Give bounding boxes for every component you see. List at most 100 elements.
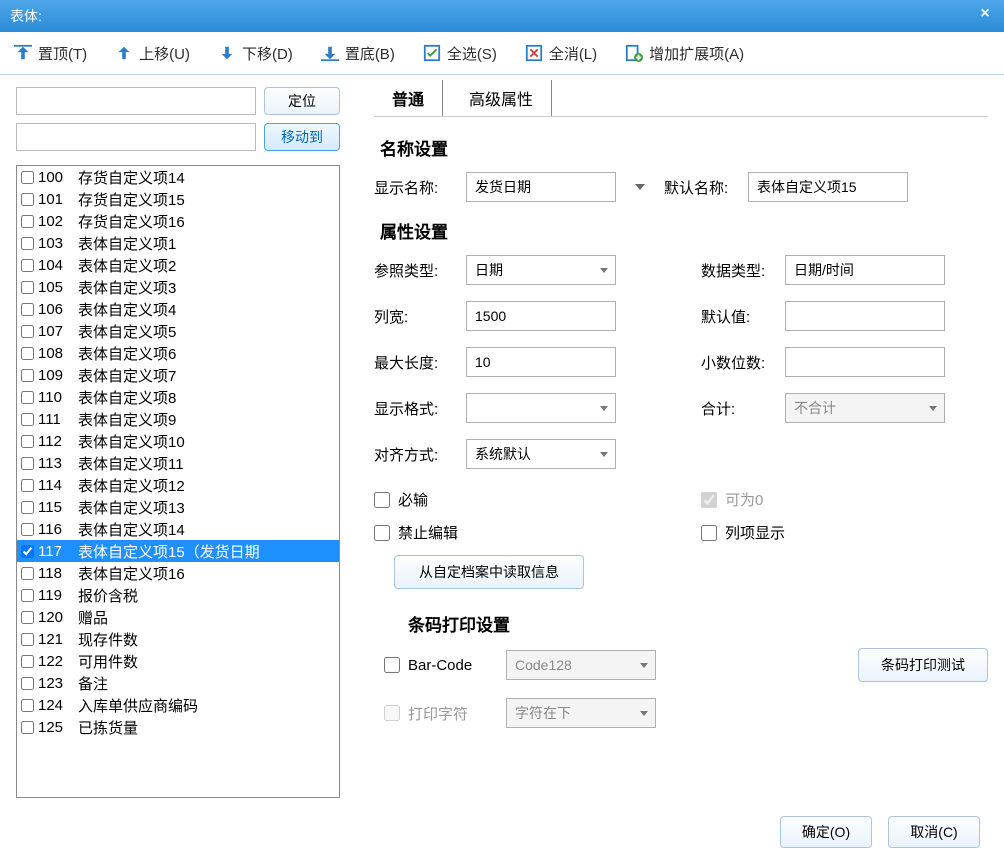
input-default-name[interactable] bbox=[748, 172, 908, 202]
list-item-checkbox[interactable] bbox=[21, 457, 34, 470]
list-item-label: 已拣货量 bbox=[78, 717, 138, 738]
list-item[interactable]: 110表体自定义项8 bbox=[17, 386, 339, 408]
field-listbox[interactable]: 100存货自定义项14101存货自定义项15102存货自定义项16103表体自定… bbox=[16, 165, 340, 798]
check-no-edit[interactable] bbox=[374, 525, 390, 541]
list-item-checkbox[interactable] bbox=[21, 413, 34, 426]
select-format[interactable] bbox=[466, 393, 616, 423]
list-item[interactable]: 125已拣货量 bbox=[17, 716, 339, 738]
list-item-index: 119 bbox=[38, 587, 78, 604]
locate-input[interactable] bbox=[16, 87, 256, 115]
input-display-name[interactable] bbox=[466, 172, 616, 202]
list-item[interactable]: 119报价含税 bbox=[17, 584, 339, 606]
list-item-label: 备注 bbox=[78, 673, 108, 694]
select-align[interactable] bbox=[466, 439, 616, 469]
toolbar-add-extension[interactable]: 增加扩展项(A) bbox=[625, 43, 744, 64]
list-item-checkbox[interactable] bbox=[21, 325, 34, 338]
list-item-checkbox[interactable] bbox=[21, 215, 34, 228]
read-archive-button[interactable]: 从自定档案中读取信息 bbox=[394, 555, 584, 589]
list-item[interactable]: 100存货自定义项14 bbox=[17, 166, 339, 188]
list-item[interactable]: 114表体自定义项12 bbox=[17, 474, 339, 496]
list-item[interactable]: 112表体自定义项10 bbox=[17, 430, 339, 452]
list-item-checkbox[interactable] bbox=[21, 523, 34, 536]
list-item-checkbox[interactable] bbox=[21, 567, 34, 580]
list-item-checkbox[interactable] bbox=[21, 259, 34, 272]
list-item-index: 117 bbox=[38, 543, 78, 560]
toolbar-top[interactable]: 置顶(T) bbox=[14, 43, 87, 64]
tab-advanced[interactable]: 高级属性 bbox=[451, 80, 552, 116]
input-col-width[interactable] bbox=[466, 301, 616, 331]
list-item-checkbox[interactable] bbox=[21, 171, 34, 184]
list-item-label: 可用件数 bbox=[78, 651, 138, 672]
list-item[interactable]: 107表体自定义项5 bbox=[17, 320, 339, 342]
list-item[interactable]: 111表体自定义项9 bbox=[17, 408, 339, 430]
check-barcode[interactable] bbox=[384, 657, 400, 673]
list-item[interactable]: 104表体自定义项2 bbox=[17, 254, 339, 276]
list-item-checkbox[interactable] bbox=[21, 611, 34, 624]
list-item-checkbox[interactable] bbox=[21, 369, 34, 382]
list-item-checkbox[interactable] bbox=[21, 633, 34, 646]
list-item-checkbox[interactable] bbox=[21, 435, 34, 448]
list-item[interactable]: 120赠品 bbox=[17, 606, 339, 628]
list-item[interactable]: 102存货自定义项16 bbox=[17, 210, 339, 232]
list-item-checkbox[interactable] bbox=[21, 237, 34, 250]
list-item[interactable]: 109表体自定义项7 bbox=[17, 364, 339, 386]
list-item-label: 表体自定义项13 bbox=[78, 497, 185, 518]
toolbar-select-all[interactable]: 全选(S) bbox=[423, 43, 497, 64]
list-item[interactable]: 115表体自定义项13 bbox=[17, 496, 339, 518]
list-item[interactable]: 108表体自定义项6 bbox=[17, 342, 339, 364]
select-barcode-type[interactable] bbox=[506, 650, 656, 680]
input-data-type[interactable] bbox=[785, 255, 945, 285]
list-item-index: 112 bbox=[38, 433, 78, 450]
tab-general[interactable]: 普通 bbox=[374, 80, 443, 116]
list-item-index: 122 bbox=[38, 653, 78, 670]
list-item-checkbox[interactable] bbox=[21, 303, 34, 316]
ok-button[interactable]: 确定(O) bbox=[780, 816, 872, 848]
list-item-checkbox[interactable] bbox=[21, 347, 34, 360]
list-item[interactable]: 121现存件数 bbox=[17, 628, 339, 650]
list-item-label: 现存件数 bbox=[78, 629, 138, 650]
list-item[interactable]: 123备注 bbox=[17, 672, 339, 694]
list-item-checkbox[interactable] bbox=[21, 545, 34, 558]
list-item[interactable]: 124入库单供应商编码 bbox=[17, 694, 339, 716]
input-max-len[interactable] bbox=[466, 347, 616, 377]
list-item-checkbox[interactable] bbox=[21, 391, 34, 404]
list-item-checkbox[interactable] bbox=[21, 479, 34, 492]
toolbar-up[interactable]: 上移(U) bbox=[115, 43, 190, 64]
list-item[interactable]: 106表体自定义项4 bbox=[17, 298, 339, 320]
select-print-char-pos[interactable] bbox=[506, 698, 656, 728]
toolbar-deselect-all[interactable]: 全消(L) bbox=[525, 43, 597, 64]
list-item[interactable]: 105表体自定义项3 bbox=[17, 276, 339, 298]
toolbar-down[interactable]: 下移(D) bbox=[218, 43, 293, 64]
moveto-input[interactable] bbox=[16, 123, 256, 151]
list-item[interactable]: 101存货自定义项15 bbox=[17, 188, 339, 210]
input-default-val[interactable] bbox=[785, 301, 945, 331]
list-item[interactable]: 103表体自定义项1 bbox=[17, 232, 339, 254]
list-item-checkbox[interactable] bbox=[21, 677, 34, 690]
display-name-dropdown-icon[interactable] bbox=[628, 175, 652, 199]
barcode-test-button[interactable]: 条码打印测试 bbox=[858, 648, 988, 682]
input-decimals[interactable] bbox=[785, 347, 945, 377]
list-item[interactable]: 117表体自定义项15（发货日期 bbox=[17, 540, 339, 562]
label-max-len: 最大长度: bbox=[374, 352, 454, 373]
list-item-checkbox[interactable] bbox=[21, 699, 34, 712]
list-item-checkbox[interactable] bbox=[21, 501, 34, 514]
check-required[interactable] bbox=[374, 492, 390, 508]
moveto-button[interactable]: 移动到 bbox=[264, 123, 340, 151]
close-icon[interactable]: × bbox=[974, 5, 996, 27]
list-item[interactable]: 118表体自定义项16 bbox=[17, 562, 339, 584]
select-total[interactable] bbox=[785, 393, 945, 423]
list-item[interactable]: 116表体自定义项14 bbox=[17, 518, 339, 540]
list-item-checkbox[interactable] bbox=[21, 281, 34, 294]
check-col-show[interactable] bbox=[701, 525, 717, 541]
locate-button[interactable]: 定位 bbox=[264, 87, 340, 115]
list-item[interactable]: 113表体自定义项11 bbox=[17, 452, 339, 474]
list-item-checkbox[interactable] bbox=[21, 721, 34, 734]
list-item-checkbox[interactable] bbox=[21, 655, 34, 668]
select-ref-type[interactable] bbox=[466, 255, 616, 285]
list-item-checkbox[interactable] bbox=[21, 589, 34, 602]
list-item[interactable]: 122可用件数 bbox=[17, 650, 339, 672]
list-item-label: 表体自定义项11 bbox=[78, 453, 184, 474]
list-item-checkbox[interactable] bbox=[21, 193, 34, 206]
cancel-button[interactable]: 取消(C) bbox=[888, 816, 980, 848]
toolbar-bottom[interactable]: 置底(B) bbox=[321, 43, 395, 64]
